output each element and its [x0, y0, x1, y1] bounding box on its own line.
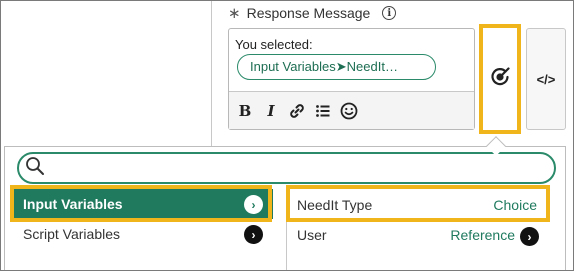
data-pill-picker-button[interactable]: [479, 24, 521, 134]
flow-designer-panel: ∗ Response Message i You selected: Input…: [0, 0, 574, 271]
category-script-variables[interactable]: Script Variables ›: [13, 219, 273, 249]
editor-text[interactable]: You selected:: [235, 37, 313, 52]
left-panel-divider: [211, 0, 212, 150]
variable-user[interactable]: User Reference ›: [293, 220, 545, 250]
response-message-editor[interactable]: You selected: Input Variables➤NeedIt… B …: [228, 28, 475, 130]
variable-name: NeedIt Type: [297, 197, 373, 213]
variable-needit-type[interactable]: NeedIt Type Choice: [293, 190, 545, 220]
code-icon: </>: [536, 71, 556, 87]
field-label-text: Response Message: [246, 5, 371, 21]
category-input-variables[interactable]: Input Variables ›: [13, 189, 273, 219]
column-divider: [286, 189, 287, 271]
search-box[interactable]: [17, 152, 556, 184]
chevron-right-icon[interactable]: ›: [244, 195, 263, 214]
info-icon[interactable]: i: [382, 6, 397, 20]
variable-type: Reference: [450, 227, 515, 243]
chevron-right-icon[interactable]: ›: [520, 227, 539, 246]
category-label: Script Variables: [23, 226, 121, 242]
chevron-right-icon[interactable]: ›: [244, 225, 263, 244]
search-input[interactable]: [45, 157, 554, 179]
response-message-label: ∗ Response Message i: [228, 4, 397, 22]
required-icon: ∗: [228, 5, 241, 22]
italic-button[interactable]: I: [261, 100, 281, 122]
editor-toolbar: B I: [229, 91, 474, 129]
data-pill-picker-icon: [489, 66, 511, 93]
link-icon[interactable]: [287, 100, 307, 122]
emoji-icon[interactable]: [339, 100, 359, 122]
code-view-button[interactable]: </>: [526, 28, 566, 130]
category-label: Input Variables: [23, 196, 123, 212]
variable-name: User: [297, 227, 327, 243]
bulleted-list-icon[interactable]: [313, 100, 333, 122]
data-pill[interactable]: Input Variables➤NeedIt…: [237, 54, 436, 80]
search-icon: [25, 156, 45, 181]
bold-button[interactable]: B: [235, 100, 255, 122]
variable-type: Choice: [493, 197, 537, 213]
